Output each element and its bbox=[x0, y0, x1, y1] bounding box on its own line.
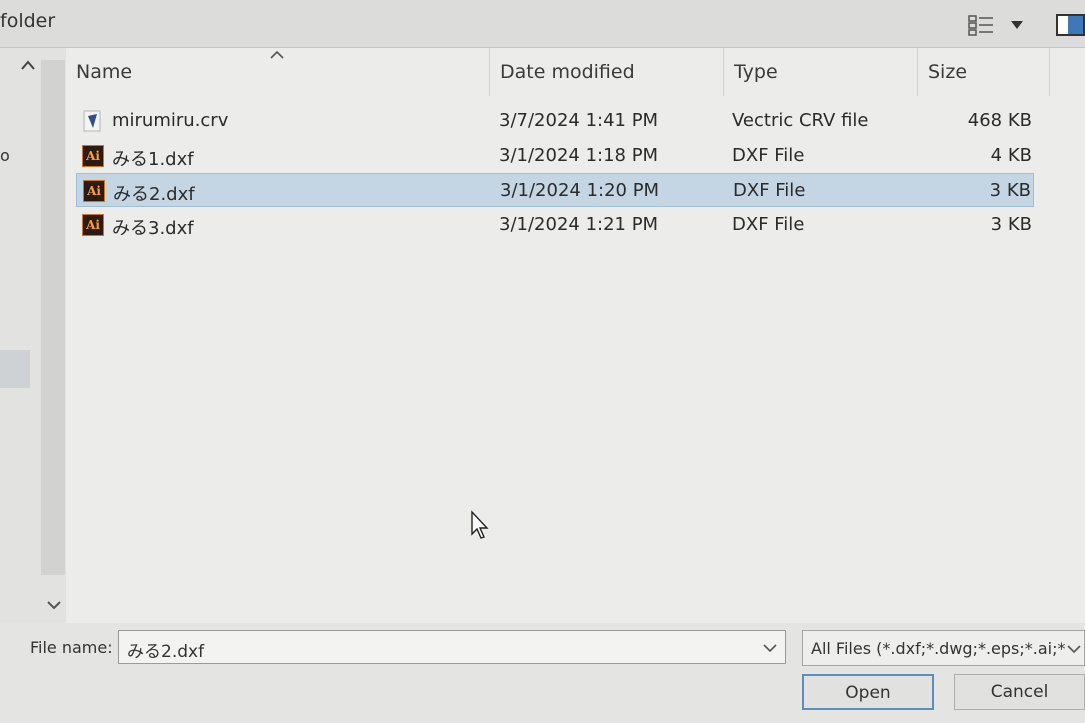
illustrator-icon: Ai bbox=[83, 180, 105, 202]
file-name: mirumiru.crv bbox=[112, 110, 229, 131]
illustrator-icon: Ai bbox=[82, 145, 104, 167]
file-date-modified: 3/1/2024 1:21 PM bbox=[499, 214, 659, 235]
file-name-label: File name: bbox=[30, 638, 113, 657]
file-type: Vectric CRV file bbox=[732, 110, 869, 131]
cancel-button[interactable]: Cancel bbox=[954, 674, 1085, 710]
file-type: DXF File bbox=[732, 145, 805, 166]
navigation-item-highlight[interactable] bbox=[0, 350, 30, 388]
chevron-down-icon[interactable] bbox=[1066, 643, 1082, 655]
file-row-selected[interactable]: Ai みる2.dxf 3/1/2024 1:20 PM DXF File 3 K… bbox=[76, 173, 1034, 207]
sort-ascending-icon bbox=[270, 50, 284, 59]
scroll-up-icon[interactable] bbox=[20, 58, 36, 72]
file-size: 3 KB bbox=[990, 214, 1032, 235]
navigation-item-label[interactable]: o bbox=[0, 146, 10, 165]
file-type: DXF File bbox=[733, 180, 806, 201]
navigation-scrollbar[interactable] bbox=[41, 60, 65, 575]
file-date-modified: 3/1/2024 1:20 PM bbox=[500, 180, 660, 201]
chevron-down-icon[interactable] bbox=[762, 642, 778, 654]
file-name-input[interactable]: みる2.dxf bbox=[118, 630, 786, 664]
file-date-modified: 3/1/2024 1:18 PM bbox=[499, 145, 659, 166]
file-row[interactable]: mirumiru.crv 3/7/2024 1:41 PM Vectric CR… bbox=[76, 104, 1034, 138]
column-header-date-modified[interactable]: Date modified bbox=[490, 48, 724, 96]
mouse-pointer-icon bbox=[471, 510, 489, 539]
file-date-modified: 3/7/2024 1:41 PM bbox=[499, 110, 659, 131]
file-size: 4 KB bbox=[990, 145, 1032, 166]
file-type-filter-select[interactable]: All Files (*.dxf;*.dwg;*.eps;*.ai;* bbox=[802, 630, 1085, 666]
current-folder-label: folder bbox=[0, 10, 56, 32]
toolbar: folder bbox=[0, 0, 1085, 48]
file-size: 3 KB bbox=[989, 180, 1031, 201]
preview-pane-icon[interactable] bbox=[1056, 14, 1085, 36]
file-row[interactable]: Ai みる3.dxf 3/1/2024 1:21 PM DXF File 3 K… bbox=[76, 208, 1034, 242]
chevron-down-icon[interactable] bbox=[1010, 20, 1024, 30]
illustrator-icon: Ai bbox=[82, 214, 104, 236]
open-button[interactable]: Open bbox=[802, 674, 934, 710]
vectric-crv-icon bbox=[83, 110, 101, 132]
file-row[interactable]: Ai みる1.dxf 3/1/2024 1:18 PM DXF File 4 K… bbox=[76, 139, 1034, 173]
scroll-down-icon[interactable] bbox=[46, 598, 62, 612]
file-type: DXF File bbox=[732, 214, 805, 235]
details-view-icon[interactable] bbox=[968, 14, 994, 36]
file-name: みる2.dxf bbox=[113, 184, 195, 205]
column-header-size[interactable]: Size bbox=[918, 48, 1050, 96]
column-header-type[interactable]: Type bbox=[724, 48, 918, 96]
file-size: 468 KB bbox=[967, 110, 1032, 131]
file-name: みる1.dxf bbox=[112, 149, 194, 170]
file-name: みる3.dxf bbox=[112, 218, 194, 239]
